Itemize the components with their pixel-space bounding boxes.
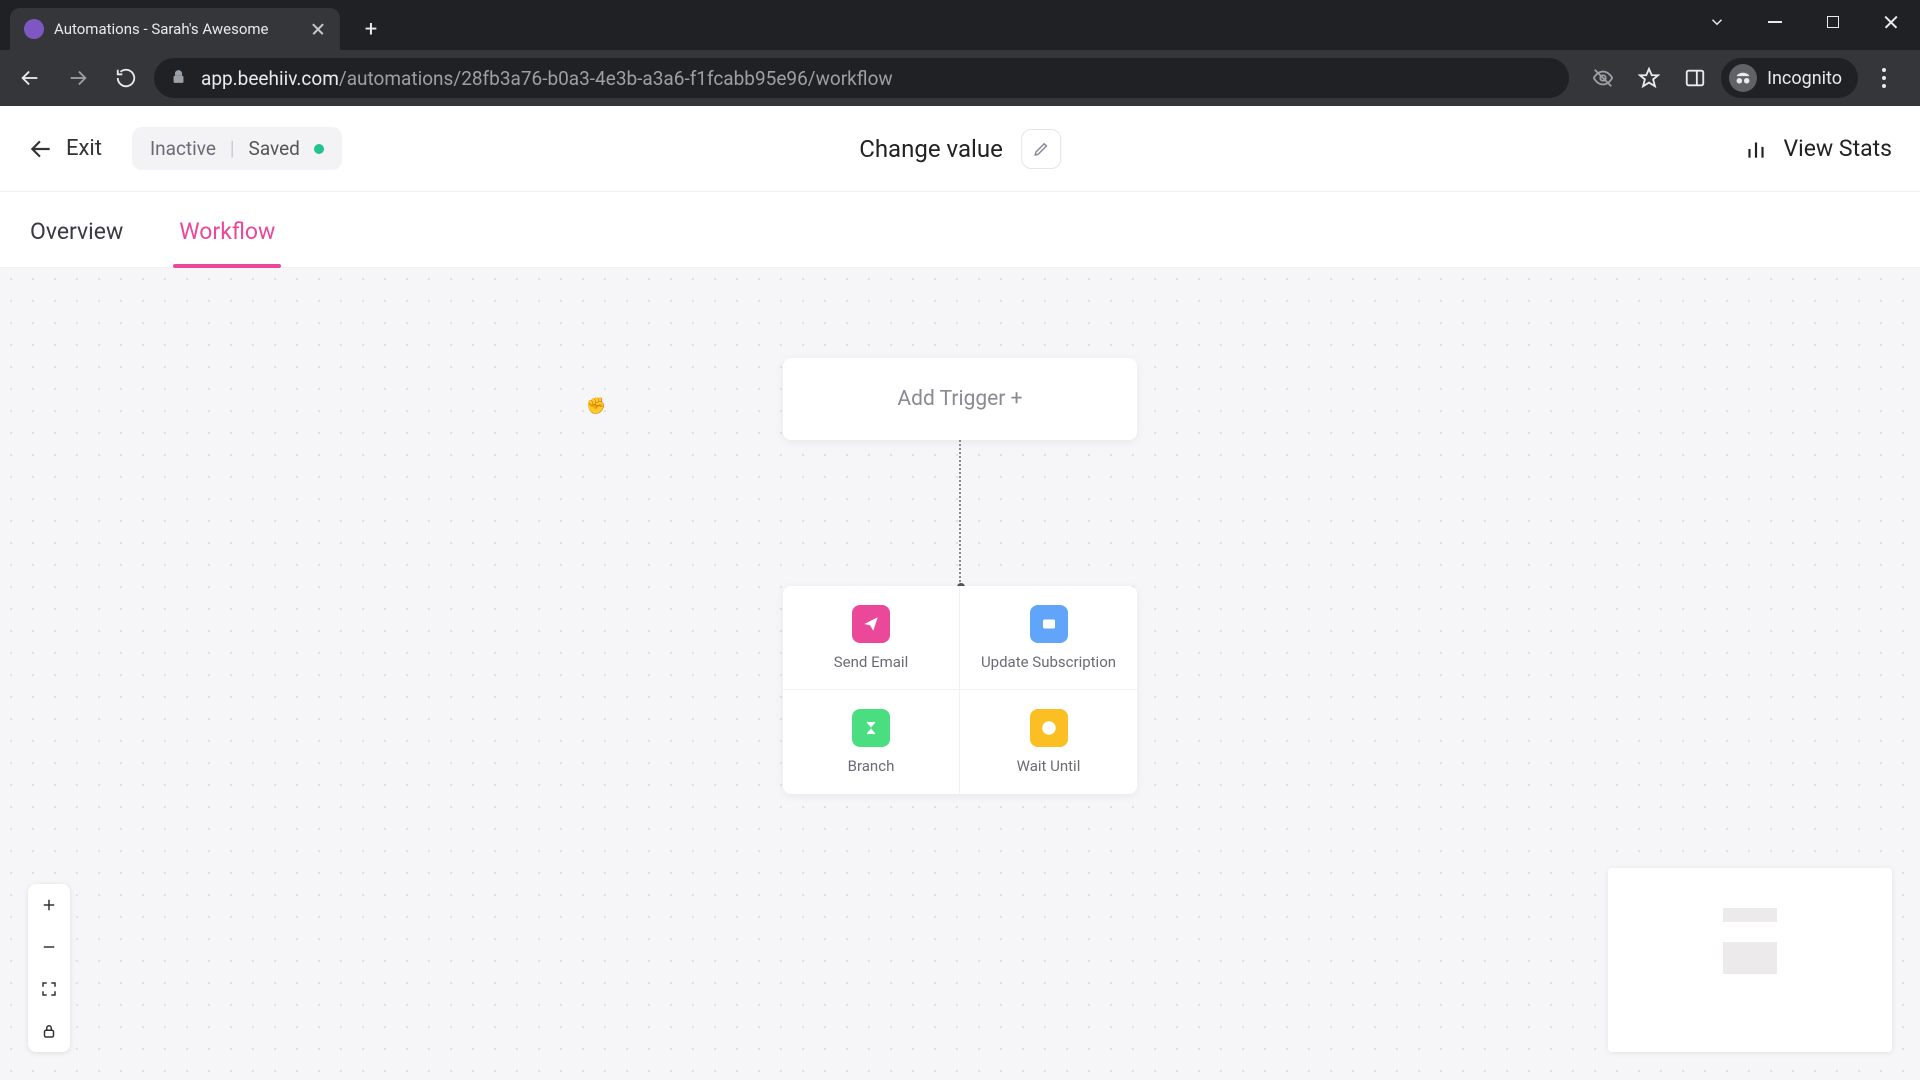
bookmark-star-icon[interactable] — [1629, 58, 1669, 98]
workflow-canvas[interactable]: ✊ Add Trigger + Send Email Update Subscr… — [0, 268, 1920, 1080]
tab-title: Automations - Sarah's Awesome — [54, 20, 300, 38]
lock-canvas-button[interactable] — [28, 1010, 70, 1052]
browser-tab[interactable]: Automations - Sarah's Awesome — [10, 8, 340, 50]
browser-menu-button[interactable] — [1864, 58, 1904, 98]
exit-label: Exit — [66, 136, 102, 161]
branch-icon — [852, 709, 890, 747]
fit-view-button[interactable] — [28, 968, 70, 1010]
clock-icon — [1030, 709, 1068, 747]
app-root: Exit Inactive | Saved Change value View … — [0, 106, 1920, 1080]
minimap-node — [1723, 942, 1777, 974]
incognito-icon — [1729, 64, 1757, 92]
browser-tab-strip: Automations - Sarah's Awesome + — [0, 0, 1920, 50]
connector-edge — [959, 440, 961, 586]
subnav: Overview Workflow — [0, 192, 1920, 268]
minimap[interactable] — [1608, 868, 1892, 1052]
url-host: app.beehiiv.com — [201, 67, 339, 90]
canvas-toolbar — [28, 884, 70, 1052]
side-panel-icon[interactable] — [1675, 58, 1715, 98]
window-minimize-button[interactable] — [1746, 0, 1804, 44]
action-label: Wait Until — [1017, 757, 1081, 775]
zoom-out-button[interactable] — [28, 926, 70, 968]
view-stats-label: View Stats — [1783, 135, 1892, 162]
status-separator: | — [230, 137, 235, 160]
minimap-node — [1723, 908, 1777, 922]
add-trigger-label: Add Trigger + — [897, 387, 1022, 411]
edit-name-button[interactable] — [1021, 129, 1061, 169]
zoom-in-button[interactable] — [28, 884, 70, 926]
action-branch[interactable]: Branch — [783, 690, 960, 794]
nav-forward-button[interactable] — [58, 58, 98, 98]
status-inactive: Inactive — [150, 137, 216, 160]
card-icon — [1030, 605, 1068, 643]
view-stats-button[interactable]: View Stats — [1743, 135, 1892, 162]
browser-toolbar: app.beehiiv.com/automations/28fb3a76-b0a… — [0, 50, 1920, 106]
tab-workflow[interactable]: Workflow — [179, 218, 275, 267]
window-maximize-button[interactable] — [1804, 0, 1862, 44]
nav-reload-button[interactable] — [106, 58, 146, 98]
app-header: Exit Inactive | Saved Change value View … — [0, 106, 1920, 192]
address-bar[interactable]: app.beehiiv.com/automations/28fb3a76-b0a… — [154, 58, 1569, 98]
automation-title-group: Change value — [859, 129, 1061, 169]
window-controls — [1688, 0, 1920, 44]
action-picker-node: Send Email Update Subscription Branch Wa… — [783, 586, 1137, 794]
exit-button[interactable]: Exit — [28, 136, 102, 162]
tabs-dropdown-icon[interactable] — [1688, 0, 1746, 44]
nav-back-button[interactable] — [10, 58, 50, 98]
incognito-chip[interactable]: Incognito — [1721, 58, 1858, 98]
incognito-label: Incognito — [1767, 68, 1842, 89]
url-path: /automations/28fb3a76-b0a3-4e3b-a3a6-f1f… — [339, 67, 893, 90]
bar-chart-icon — [1743, 136, 1769, 162]
grab-cursor-icon: ✊ — [586, 396, 606, 415]
url-text: app.beehiiv.com/automations/28fb3a76-b0a… — [201, 67, 1553, 90]
tab-favicon — [24, 19, 44, 39]
action-label: Branch — [848, 757, 895, 775]
window-close-button[interactable] — [1862, 0, 1920, 44]
action-label: Send Email — [834, 653, 908, 671]
arrow-left-icon — [28, 136, 54, 162]
pencil-icon — [1032, 140, 1050, 158]
paper-plane-icon — [852, 605, 890, 643]
close-tab-icon[interactable] — [310, 21, 326, 37]
action-wait-until[interactable]: Wait Until — [960, 690, 1137, 794]
lock-icon — [170, 67, 187, 90]
add-trigger-node[interactable]: Add Trigger + — [783, 358, 1137, 440]
status-dot-icon — [314, 144, 324, 154]
new-tab-button[interactable]: + — [354, 12, 388, 46]
status-saved: Saved — [249, 137, 300, 160]
eye-off-icon[interactable] — [1583, 58, 1623, 98]
action-send-email[interactable]: Send Email — [783, 586, 960, 690]
automation-name: Change value — [859, 135, 1003, 163]
action-label: Update Subscription — [981, 653, 1116, 671]
action-update-subscription[interactable]: Update Subscription — [960, 586, 1137, 690]
status-chip: Inactive | Saved — [132, 127, 342, 170]
tab-overview[interactable]: Overview — [30, 218, 123, 267]
